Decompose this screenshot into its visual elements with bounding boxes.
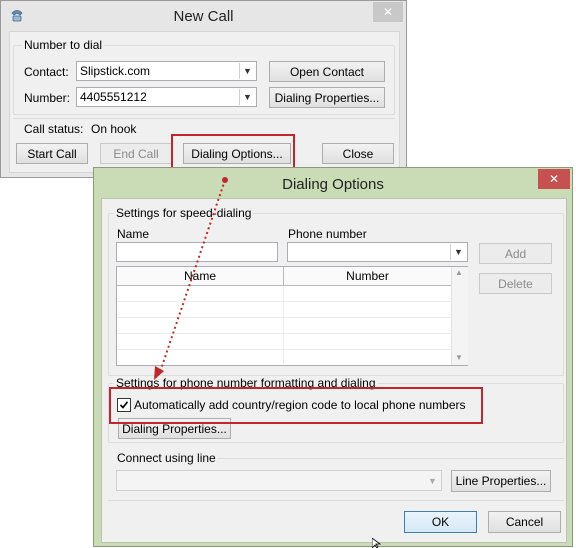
arrow-head xyxy=(154,366,164,380)
annotation-arrow xyxy=(154,177,228,380)
mouse-cursor-icon xyxy=(372,538,382,548)
arrow-line xyxy=(159,179,226,373)
